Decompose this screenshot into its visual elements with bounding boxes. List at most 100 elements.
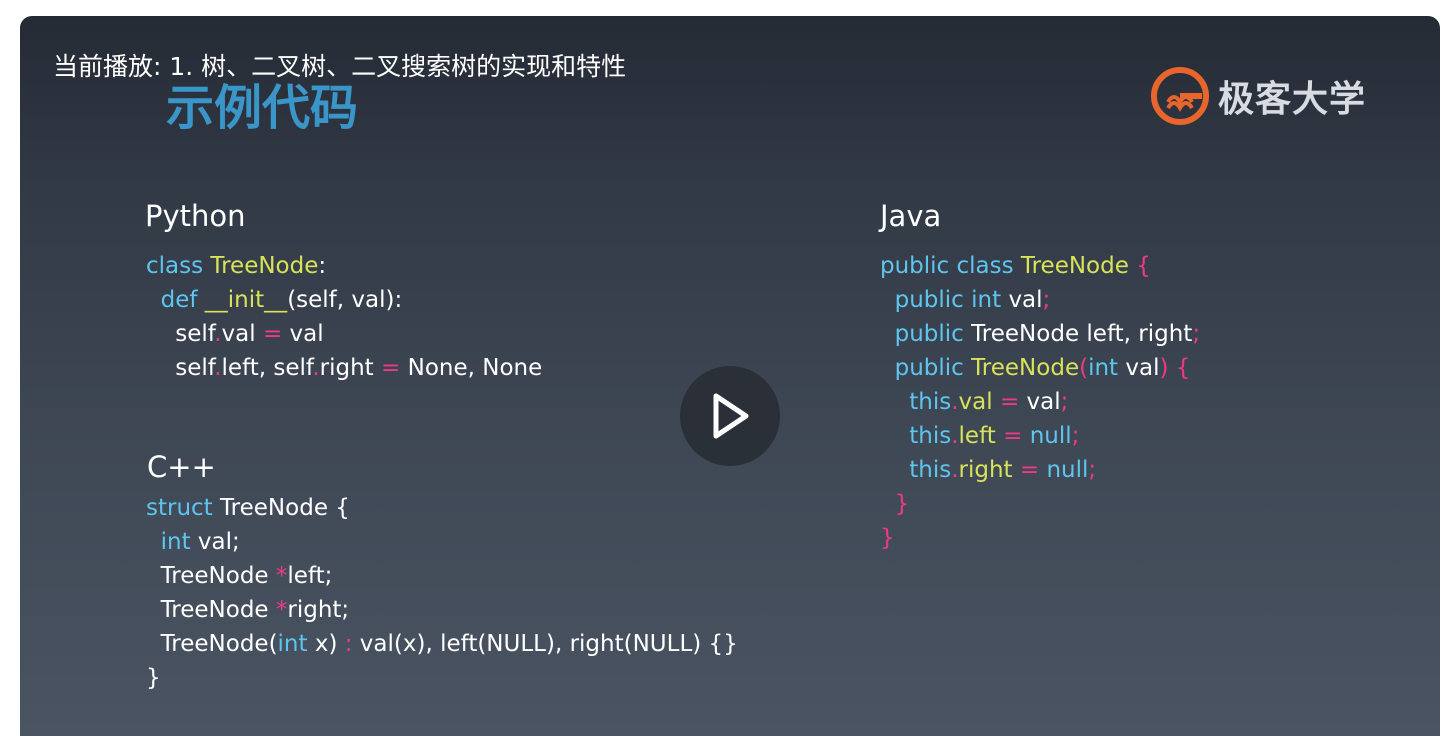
code-token: val(x), left(NULL), right(NULL) {} [352, 631, 738, 657]
code-token: ; [1042, 287, 1051, 313]
code-token: int [277, 631, 315, 657]
code-token: ; [1060, 389, 1069, 415]
code-token: val [1008, 287, 1043, 313]
code-token: . [312, 355, 320, 381]
code-token: self [175, 355, 215, 381]
code-line: TreeNode *right; [146, 593, 738, 627]
cpp-code-block: struct TreeNode { int val; TreeNode *lef… [146, 491, 738, 695]
code-token: self [175, 321, 215, 347]
python-heading: Python [145, 199, 246, 233]
code-token: . [214, 355, 222, 381]
code-token: this [909, 457, 952, 483]
code-line: } [880, 487, 1200, 521]
code-token: class [146, 253, 211, 279]
code-token: __init__ [204, 287, 288, 313]
code-line: int val; [146, 525, 738, 559]
code-token: * [275, 563, 288, 589]
code-token: val; [197, 529, 240, 555]
code-token: TreeNode [971, 355, 1080, 381]
play-button[interactable] [680, 366, 780, 466]
code-token: val [1125, 355, 1160, 381]
code-token: ; [1088, 457, 1097, 483]
geekbang-logo-icon [1151, 67, 1209, 125]
code-token: } [146, 665, 161, 691]
code-token: = [381, 355, 401, 381]
code-token: public int [894, 287, 1009, 313]
code-token: ; [1071, 423, 1080, 449]
code-token: = [1003, 423, 1030, 449]
code-token: left, self [221, 355, 313, 381]
code-token: . [951, 457, 959, 483]
code-line: public class TreeNode { [880, 249, 1200, 283]
code-token: val [958, 389, 1000, 415]
code-token: struct [146, 495, 221, 521]
brand-name: 极客大学 [1218, 79, 1367, 120]
code-line: } [146, 661, 738, 695]
code-token: } [880, 525, 895, 551]
code-token: public class [880, 253, 1021, 279]
code-token: int [160, 529, 198, 555]
code-token: public [894, 355, 972, 381]
code-line: def __init__(self, val): [146, 283, 542, 317]
slide-title: 示例代码 [166, 80, 359, 136]
code-token: right [319, 355, 382, 381]
code-line: class TreeNode: [146, 249, 542, 283]
code-token: { [1136, 253, 1151, 279]
python-code-block: class TreeNode: def __init__(self, val):… [146, 249, 542, 385]
code-token: this [909, 423, 952, 449]
code-line: public int val; [880, 283, 1200, 317]
code-token: ; [1192, 321, 1201, 347]
code-token: this [909, 389, 952, 415]
code-token: TreeNode [160, 563, 276, 589]
code-line: this.left = null; [880, 419, 1200, 453]
code-token: None, None [400, 355, 543, 381]
code-token: = [1019, 457, 1047, 483]
code-token: int [1088, 355, 1126, 381]
code-line: self.left, self.right = None, None [146, 351, 542, 385]
code-token: TreeNode left, right [971, 321, 1193, 347]
code-line: this.val = val; [880, 385, 1200, 419]
video-player[interactable]: 当前播放: 1. 树、二叉树、二叉搜索树的实现和特性 示例代码 极客大学 Pyt… [20, 16, 1440, 736]
code-token: TreeNode [210, 253, 319, 279]
code-line: public TreeNode left, right; [880, 317, 1200, 351]
cpp-heading: C++ [147, 450, 216, 484]
code-token: = [262, 321, 283, 347]
code-token: x) [314, 631, 345, 657]
code-token: . [951, 389, 959, 415]
java-code-block: public class TreeNode { public int val; … [880, 249, 1200, 555]
code-token: public [894, 321, 972, 347]
code-token: TreeNode [160, 597, 276, 623]
code-token: . [214, 321, 222, 347]
code-token: def [160, 287, 205, 313]
play-icon [713, 393, 749, 439]
code-token: (self, val): [287, 287, 403, 313]
code-line: TreeNode(int x) : val(x), left(NULL), ri… [146, 627, 738, 661]
code-token: TreeNode( [160, 631, 278, 657]
code-line: } [880, 521, 1200, 555]
code-line: self.val = val [146, 317, 542, 351]
code-token: null [1029, 423, 1072, 449]
code-token: left; [287, 563, 333, 589]
code-token: left [958, 423, 1004, 449]
code-line: public TreeNode(int val) { [880, 351, 1200, 385]
code-line: this.right = null; [880, 453, 1200, 487]
code-token: ) { [1159, 355, 1191, 381]
code-token: = [999, 389, 1027, 415]
code-token: : [318, 253, 327, 279]
code-token: val [1026, 389, 1061, 415]
java-heading: Java [880, 199, 942, 233]
code-token: : [344, 631, 353, 657]
code-line: TreeNode *left; [146, 559, 738, 593]
